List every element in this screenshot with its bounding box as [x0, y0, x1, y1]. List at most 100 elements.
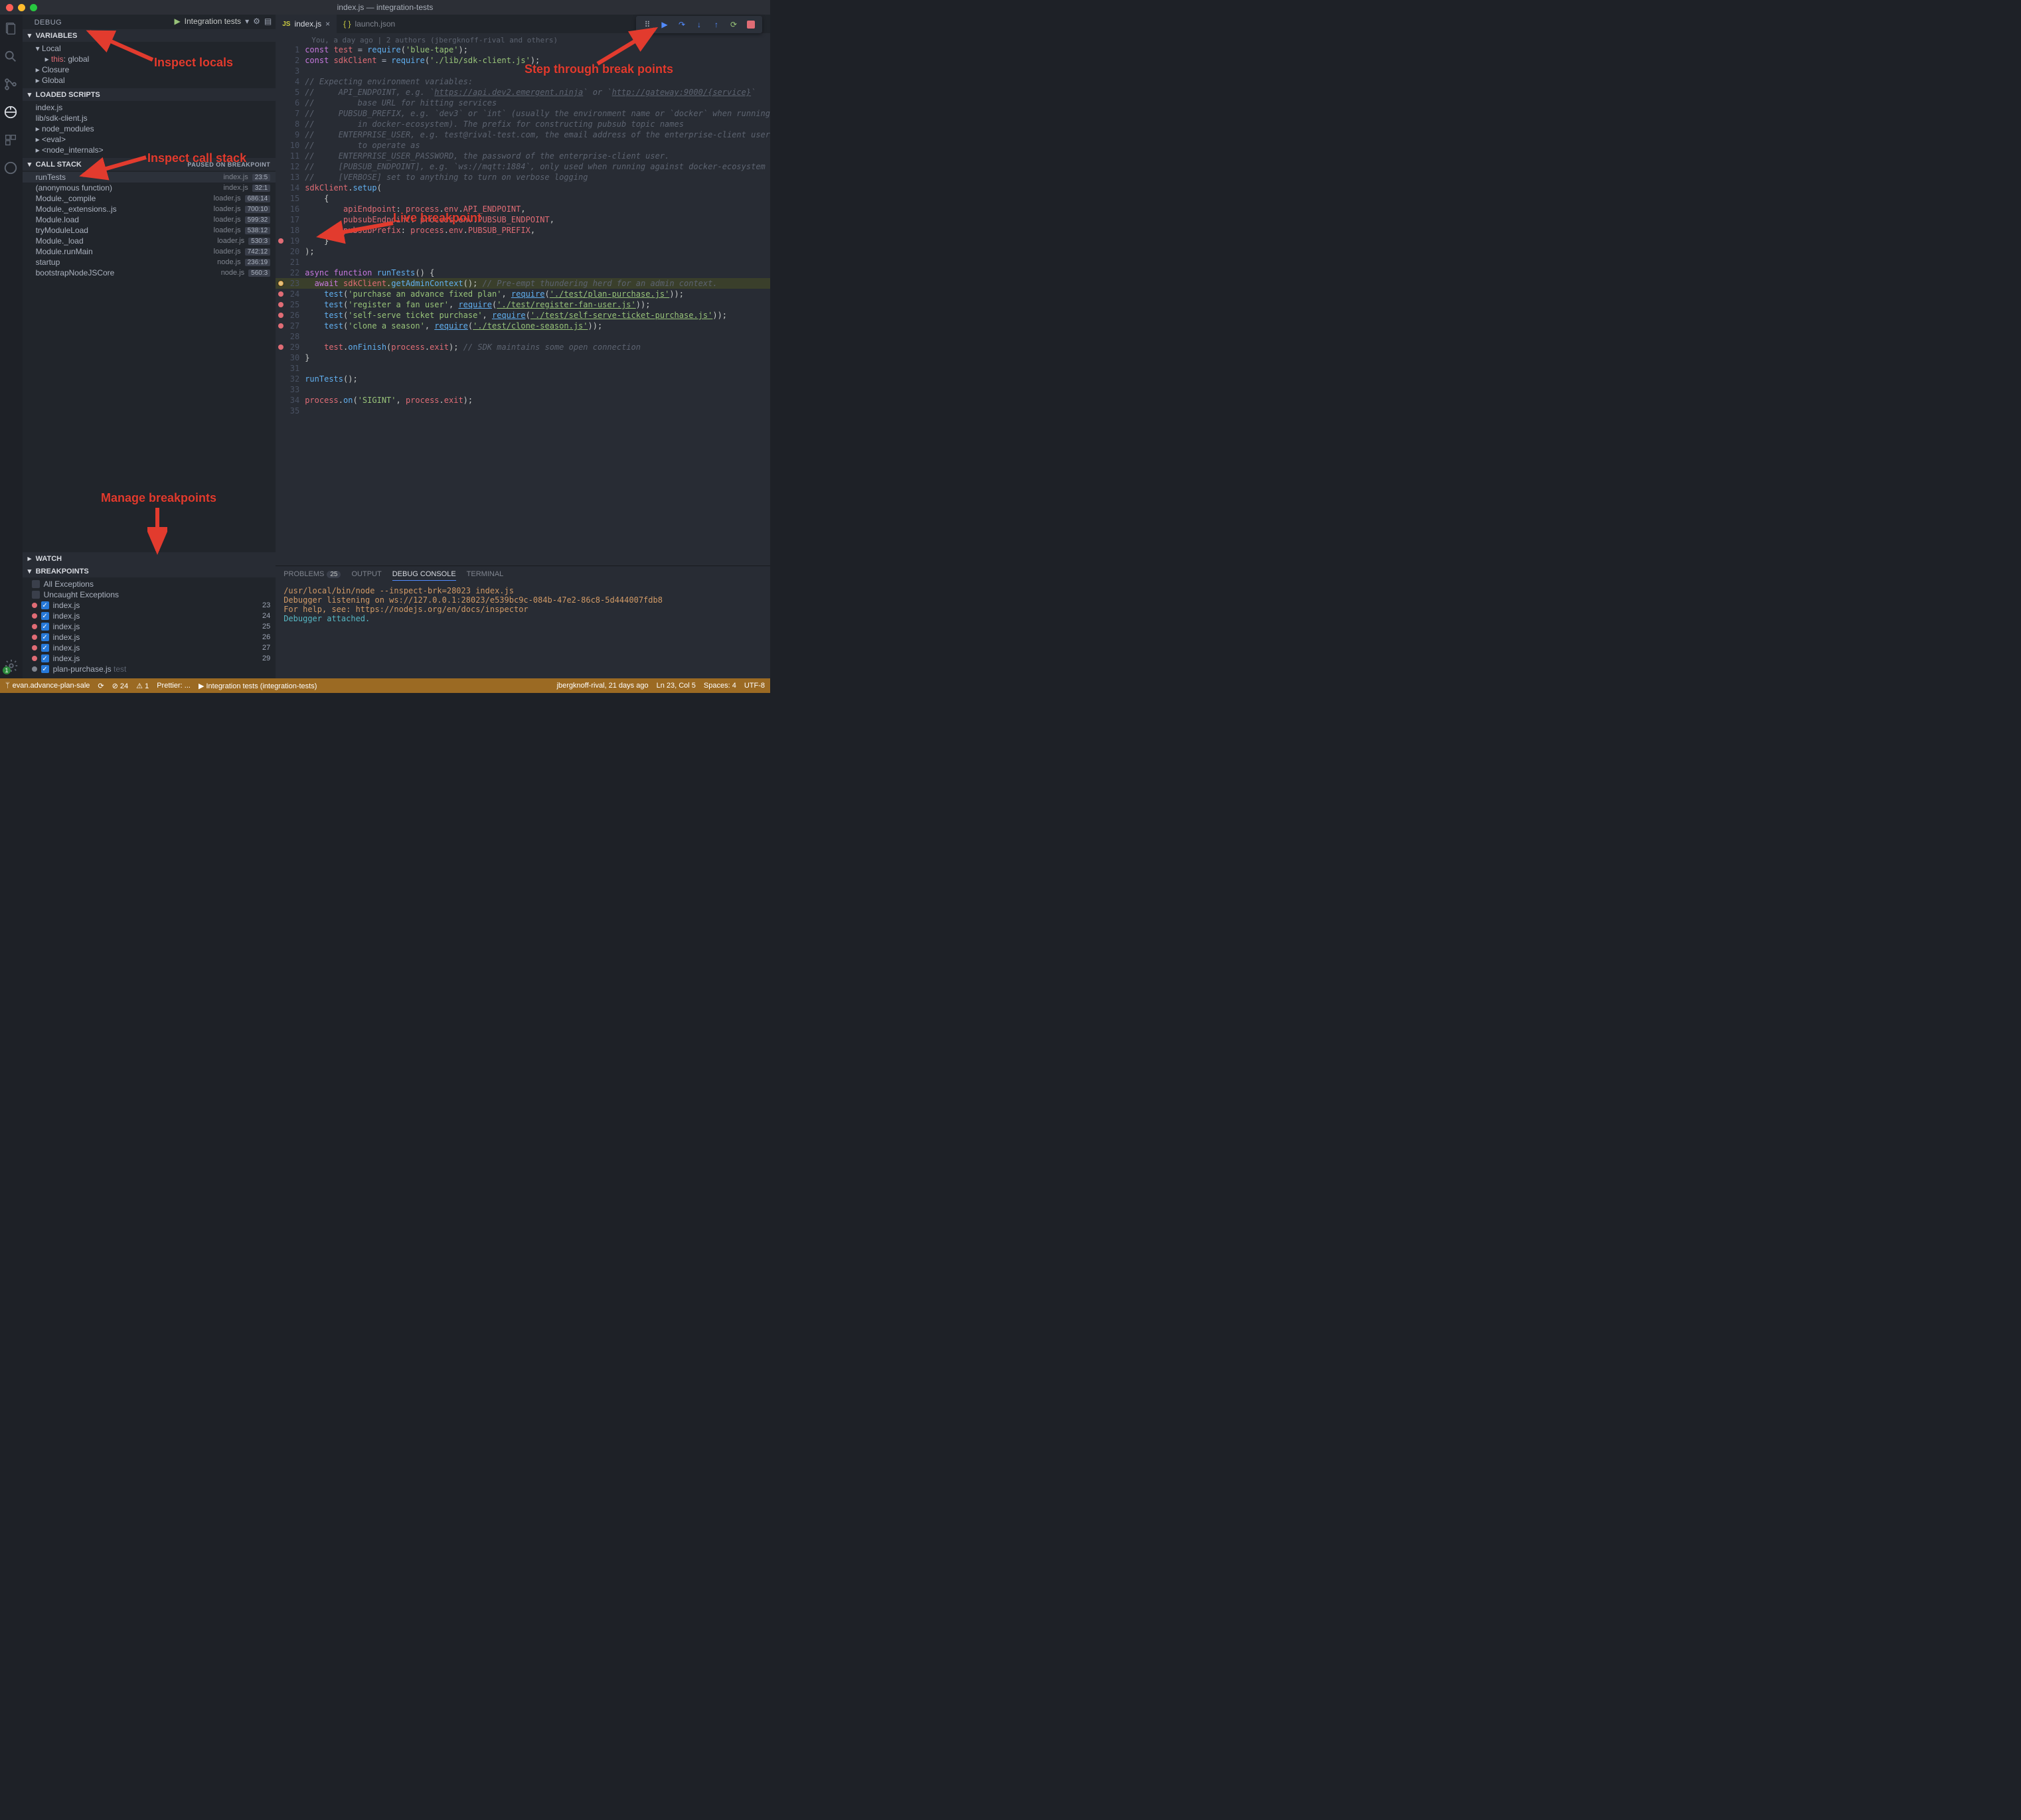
- call-stack-frame[interactable]: Module.runMainloader.js742:12: [23, 246, 276, 257]
- scm-icon[interactable]: [3, 77, 19, 93]
- code-line[interactable]: 32runTests();: [276, 374, 770, 384]
- debug-config-dropdown[interactable]: Integration tests: [185, 17, 241, 26]
- checkbox-icon[interactable]: [32, 591, 40, 599]
- checkbox-icon[interactable]: ✓: [41, 612, 49, 620]
- breakpoint-icon[interactable]: [278, 238, 283, 244]
- extensions-icon[interactable]: [3, 133, 19, 149]
- code-line[interactable]: 22async function runTests() {: [276, 267, 770, 278]
- step-over-button[interactable]: ↷: [676, 19, 688, 31]
- checkbox-icon[interactable]: ✓: [41, 623, 49, 631]
- loaded-script-item[interactable]: ▸ <eval>: [23, 134, 276, 145]
- code-line[interactable]: 18 pubsubPrefix: process.env.PUBSUB_PREF…: [276, 225, 770, 236]
- call-stack-frame[interactable]: tryModuleLoadloader.js538:12: [23, 225, 276, 236]
- code-line[interactable]: 20);: [276, 246, 770, 257]
- breakpoint-icon[interactable]: [278, 344, 283, 350]
- code-line[interactable]: 3: [276, 66, 770, 76]
- code-line[interactable]: 29 test.onFinish(process.exit); // SDK m…: [276, 342, 770, 352]
- code-line[interactable]: 33: [276, 384, 770, 395]
- code-line[interactable]: 5// API_ENDPOINT, e.g. `https://api.dev2…: [276, 87, 770, 98]
- docker-icon[interactable]: [3, 161, 19, 177]
- call-stack-frame[interactable]: Module.loadloader.js599:32: [23, 214, 276, 225]
- warnings-status[interactable]: ⚠ 1: [136, 682, 149, 690]
- git-branch-status[interactable]: ᛘ evan.advance-plan-sale: [5, 682, 90, 690]
- blame-status[interactable]: jbergknoff-rival, 21 days ago: [557, 682, 649, 690]
- config-caret-icon[interactable]: ▾: [245, 17, 249, 26]
- code-line[interactable]: 11// ENTERPRISE_USER_PASSWORD, the passw…: [276, 151, 770, 161]
- editor-tab[interactable]: JSindex.js×: [276, 15, 337, 33]
- checkbox-icon[interactable]: ✓: [41, 665, 49, 673]
- code-line[interactable]: 23 await sdkClient.getAdminContext(); //…: [276, 278, 770, 289]
- code-line[interactable]: 2const sdkClient = require('./lib/sdk-cl…: [276, 55, 770, 66]
- code-line[interactable]: 25 test('register a fan user', require('…: [276, 299, 770, 310]
- loaded-script-item[interactable]: ▸ <node_internals>: [23, 145, 276, 155]
- breakpoint-item[interactable]: ✓ index.js 24: [23, 611, 276, 621]
- continue-button[interactable]: ▶: [659, 19, 671, 31]
- restart-button[interactable]: ⟳: [728, 19, 740, 31]
- loaded-scripts-section[interactable]: ▾LOADED SCRIPTS: [23, 88, 276, 101]
- indent-status[interactable]: Spaces: 4: [704, 682, 736, 690]
- code-line[interactable]: 7// PUBSUB_PREFIX, e.g. `dev3` or `int` …: [276, 108, 770, 119]
- code-line[interactable]: 8// in docker-ecosystem). The prefix for…: [276, 119, 770, 129]
- breakpoint-icon[interactable]: [278, 323, 283, 329]
- step-out-button[interactable]: ↑: [710, 19, 722, 31]
- errors-status[interactable]: ⊘ 24: [112, 682, 129, 690]
- breakpoint-item[interactable]: ✓ index.js 25: [23, 621, 276, 632]
- code-line[interactable]: 21: [276, 257, 770, 267]
- checkbox-icon[interactable]: ✓: [41, 601, 49, 609]
- breakpoint-icon[interactable]: [278, 302, 283, 307]
- breakpoint-item[interactable]: ✓ index.js 29: [23, 653, 276, 664]
- loaded-script-item[interactable]: index.js: [23, 102, 276, 113]
- bp-all-exceptions[interactable]: All Exceptions: [23, 579, 276, 589]
- panel-tab-debug-console[interactable]: DEBUG CONSOLE: [392, 570, 456, 581]
- checkbox-icon[interactable]: ✓: [41, 654, 49, 662]
- editor-tab[interactable]: { }launch.json: [337, 15, 402, 33]
- breakpoint-icon[interactable]: [278, 313, 283, 318]
- checkbox-icon[interactable]: ✓: [41, 644, 49, 652]
- call-stack-section[interactable]: ▾CALL STACK PAUSED ON BREAKPOINT: [23, 158, 276, 171]
- close-window-button[interactable]: [6, 4, 13, 11]
- variables-closure-group[interactable]: ▸ Closure: [23, 64, 276, 75]
- watch-section[interactable]: ▸WATCH: [23, 552, 276, 565]
- breakpoint-item[interactable]: ✓ index.js 26: [23, 632, 276, 643]
- debug-settings-icon[interactable]: ⚙: [253, 17, 260, 26]
- drag-handle-icon[interactable]: ⠿: [641, 19, 653, 31]
- code-line[interactable]: 24 test('purchase an advance fixed plan'…: [276, 289, 770, 299]
- call-stack-frame[interactable]: startupnode.js236:19: [23, 257, 276, 267]
- stop-button[interactable]: [745, 19, 757, 31]
- code-line[interactable]: 30}: [276, 352, 770, 363]
- call-stack-frame[interactable]: Module._compileloader.js686:14: [23, 193, 276, 204]
- call-stack-frame[interactable]: Module._loadloader.js530:3: [23, 236, 276, 246]
- code-line[interactable]: 12// [PUBSUB_ENDPOINT], e.g. `ws://mqtt:…: [276, 161, 770, 172]
- panel-tab-output[interactable]: OUTPUT: [351, 570, 381, 581]
- code-line[interactable]: 19 }: [276, 236, 770, 246]
- code-line[interactable]: 31: [276, 363, 770, 374]
- encoding-status[interactable]: UTF-8: [744, 682, 765, 690]
- variable-this[interactable]: ▸ this: global: [23, 54, 276, 64]
- code-line[interactable]: 26 test('self-serve ticket purchase', re…: [276, 310, 770, 321]
- code-line[interactable]: 15 {: [276, 193, 770, 204]
- code-line[interactable]: 14sdkClient.setup(: [276, 183, 770, 193]
- prettier-status[interactable]: Prettier: ...: [157, 682, 191, 690]
- breakpoints-section[interactable]: ▾BREAKPOINTS: [23, 565, 276, 577]
- code-line[interactable]: 35: [276, 406, 770, 416]
- cursor-position[interactable]: Ln 23, Col 5: [657, 682, 696, 690]
- checkbox-icon[interactable]: ✓: [41, 633, 49, 641]
- call-stack-frame[interactable]: bootstrapNodeJSCorenode.js560:3: [23, 267, 276, 278]
- code-line[interactable]: 4// Expecting environment variables:: [276, 76, 770, 87]
- minimize-window-button[interactable]: [18, 4, 25, 11]
- panel-tab-problems[interactable]: PROBLEMS25: [283, 570, 341, 581]
- panel-tab-terminal[interactable]: TERMINAL: [467, 570, 504, 581]
- step-into-button[interactable]: ↓: [693, 19, 705, 31]
- code-line[interactable]: 10// to operate as: [276, 140, 770, 151]
- code-line[interactable]: 27 test('clone a season', require('./tes…: [276, 321, 770, 331]
- breakpoint-item[interactable]: ✓ index.js 23: [23, 600, 276, 611]
- code-editor[interactable]: 1const test = require('blue-tape');2cons…: [276, 44, 770, 566]
- variables-local-group[interactable]: ▾ Local: [23, 43, 276, 54]
- sync-status[interactable]: ⟳: [98, 682, 104, 690]
- loaded-script-item[interactable]: ▸ node_modules: [23, 123, 276, 134]
- code-line[interactable]: 17 pubsubEndpoint: process.env.PUBSUB_EN…: [276, 214, 770, 225]
- variables-global-group[interactable]: ▸ Global: [23, 75, 276, 86]
- code-line[interactable]: 28: [276, 331, 770, 342]
- search-icon[interactable]: [3, 49, 19, 65]
- checkbox-icon[interactable]: [32, 580, 40, 588]
